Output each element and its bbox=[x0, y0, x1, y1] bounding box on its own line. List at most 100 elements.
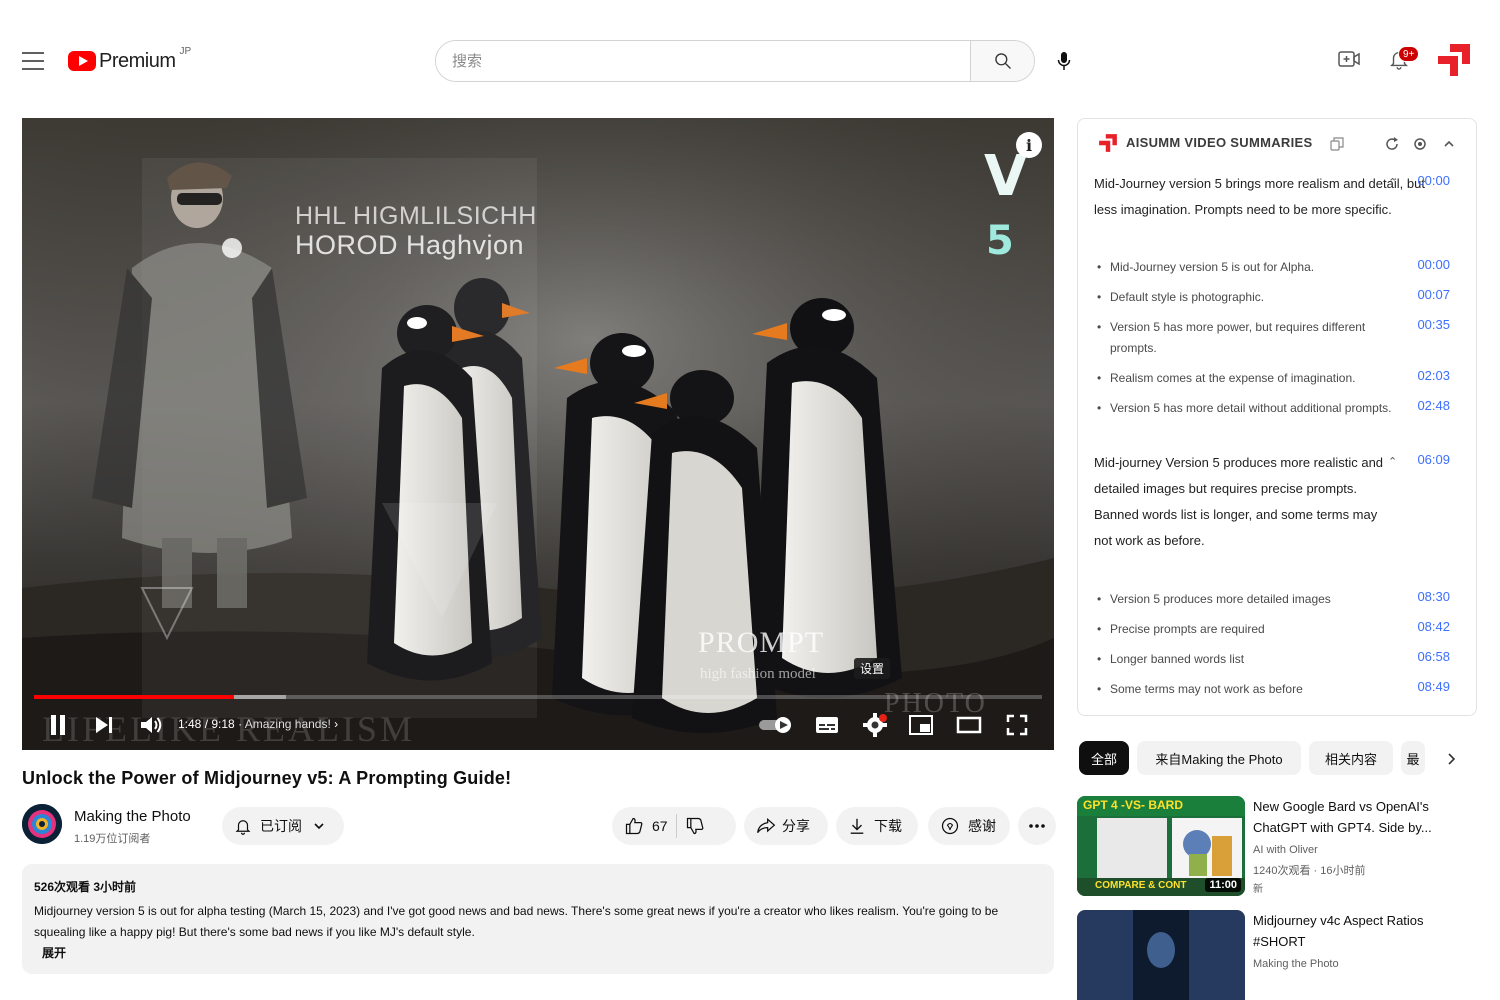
chevron-right-icon bbox=[1448, 753, 1456, 765]
progress-bar[interactable] bbox=[34, 695, 1042, 699]
summary-timestamp[interactable]: 06:58 bbox=[1408, 649, 1450, 664]
recommended-video-meta: 1240次观看 · 16小时前 bbox=[1253, 865, 1366, 877]
menu-icon[interactable] bbox=[22, 52, 44, 70]
summary-timestamp[interactable]: 06:09 bbox=[1408, 452, 1450, 467]
microphone-icon bbox=[1057, 52, 1071, 70]
channel-name[interactable]: Making the Photo bbox=[74, 808, 191, 825]
subtitles-button[interactable] bbox=[812, 708, 842, 742]
chip-from-channel[interactable]: 来自Making the Photo bbox=[1137, 741, 1301, 775]
search-icon bbox=[994, 53, 1011, 69]
summary-point: Default style is photographic. bbox=[1097, 287, 1390, 308]
collapse-section-icon[interactable]: ⌃ bbox=[1388, 455, 1397, 468]
like-button[interactable]: 67 bbox=[612, 816, 668, 836]
summary-point: Some terms may not work as before bbox=[1097, 679, 1390, 700]
expand-description-button[interactable]: 展开 bbox=[42, 944, 1042, 961]
chip-all[interactable]: 全部 bbox=[1079, 741, 1129, 775]
info-card-icon[interactable]: i bbox=[1016, 132, 1042, 158]
create-video-icon bbox=[1338, 51, 1360, 67]
volume-icon bbox=[141, 717, 162, 733]
chip-related[interactable]: 相关内容 bbox=[1309, 741, 1393, 775]
summary-timestamp[interactable]: 08:42 bbox=[1408, 619, 1450, 634]
gear-icon bbox=[863, 713, 887, 737]
download-icon bbox=[850, 818, 864, 834]
refresh-icon[interactable] bbox=[1384, 136, 1400, 152]
miniplayer-button[interactable] bbox=[906, 708, 936, 742]
summary-timestamp[interactable]: 02:03 bbox=[1408, 368, 1450, 383]
summary-timestamp[interactable]: 02:48 bbox=[1408, 398, 1450, 413]
time-total: 9:18 bbox=[211, 717, 235, 731]
chapter-title[interactable]: Amazing hands! bbox=[245, 717, 331, 731]
owner-actions-row: Making the Photo 1.19万位订阅者 已订阅 67 分享 下载 bbox=[22, 802, 1056, 850]
aisumm-title: AISUMM VIDEO SUMMARIES bbox=[1126, 135, 1313, 150]
voice-search-button[interactable] bbox=[1050, 46, 1078, 76]
subscribed-button[interactable]: 已订阅 bbox=[222, 807, 344, 845]
fullscreen-icon bbox=[1006, 714, 1028, 736]
theater-mode-icon bbox=[956, 716, 982, 734]
masthead: Premium JP 9+ bbox=[0, 28, 1500, 94]
search-box bbox=[435, 40, 1035, 82]
thanks-button[interactable]: 感谢 bbox=[928, 807, 1010, 845]
gear-icon[interactable] bbox=[1412, 136, 1428, 152]
summary-timestamp[interactable]: 08:49 bbox=[1408, 679, 1450, 694]
description-box[interactable]: 526次观看 3小时前 Midjourney version 5 is out … bbox=[22, 864, 1054, 974]
create-button[interactable] bbox=[1334, 44, 1364, 74]
progress-played bbox=[34, 695, 234, 699]
aisumm-logo-icon bbox=[1099, 134, 1117, 152]
overlay-text-line1: HHL HIGMLILSICHH bbox=[295, 202, 537, 230]
subscriber-count: 1.19万位订阅者 bbox=[74, 833, 151, 845]
miniplayer-icon bbox=[909, 715, 933, 735]
aisumm-header: AISUMM VIDEO SUMMARIES bbox=[1098, 133, 1458, 155]
video-player[interactable]: HHL HIGMLILSICHH HOROD Haghvjon V 5 i PR… bbox=[22, 118, 1054, 750]
share-button[interactable]: 分享 bbox=[744, 807, 828, 845]
chip-recent[interactable]: 最 bbox=[1401, 741, 1425, 775]
pause-button[interactable] bbox=[44, 708, 72, 742]
summary-timestamp[interactable]: 08:30 bbox=[1408, 589, 1450, 604]
thanks-label: 感谢 bbox=[968, 818, 996, 834]
copy-icon[interactable] bbox=[1330, 137, 1344, 151]
recommended-channel-name[interactable]: Making the Photo bbox=[1253, 958, 1339, 970]
version-badge-number: 5 bbox=[986, 218, 1014, 264]
video-thumbnail[interactable]: GPT 4 -VS- BARD COMPARE & CONT 11:00 bbox=[1077, 796, 1245, 896]
account-avatar[interactable] bbox=[1436, 42, 1472, 78]
youtube-play-icon bbox=[68, 51, 96, 71]
aisumm-panel: AISUMM VIDEO SUMMARIES Mid-Journey versi… bbox=[1077, 118, 1477, 716]
description-text: Midjourney version 5 is out for alpha te… bbox=[34, 904, 999, 939]
recommended-video-title[interactable]: New Google Bard vs OpenAI's ChatGPT with… bbox=[1253, 796, 1463, 838]
youtube-premium-logo[interactable]: Premium JP bbox=[68, 46, 191, 74]
dislike-button[interactable] bbox=[685, 816, 705, 836]
recommended-video[interactable]: GPT 4 -VS- BARD COMPARE & CONT 11:00 New… bbox=[1077, 796, 1477, 900]
autoplay-toggle[interactable] bbox=[756, 708, 796, 742]
summary-timestamp[interactable]: 00:00 bbox=[1408, 173, 1450, 188]
subtitles-icon bbox=[816, 717, 838, 733]
summary-timestamp[interactable]: 00:07 bbox=[1408, 287, 1450, 302]
overlay-text-line2: HOROD Haghvjon bbox=[295, 230, 525, 260]
chevron-up-icon[interactable] bbox=[1442, 137, 1456, 151]
logo-text: Premium bbox=[99, 49, 176, 72]
fullscreen-button[interactable] bbox=[1002, 708, 1032, 742]
more-actions-button[interactable] bbox=[1018, 807, 1056, 845]
like-dislike-group: 67 bbox=[612, 807, 736, 845]
summary-point: Mid-Journey version 5 is out for Alpha. bbox=[1097, 257, 1390, 278]
volume-button[interactable] bbox=[136, 708, 166, 742]
settings-button[interactable] bbox=[860, 708, 890, 742]
related-filter-chips: 全部 来自Making the Photo 相关内容 最 bbox=[1077, 741, 1477, 775]
search-input[interactable] bbox=[436, 41, 970, 81]
share-icon bbox=[757, 817, 776, 834]
chips-next-button[interactable] bbox=[1441, 749, 1461, 769]
collapse-section-icon[interactable]: ⌃ bbox=[1388, 176, 1397, 189]
channel-avatar[interactable] bbox=[22, 804, 62, 844]
pause-icon bbox=[51, 715, 65, 735]
search-button[interactable] bbox=[970, 41, 1034, 81]
thumbnail-top-text: GPT 4 -VS- BARD bbox=[1083, 798, 1184, 812]
recommended-video-title[interactable]: Midjourney v4c Aspect Ratios #SHORT bbox=[1253, 910, 1463, 952]
chevron-down-icon bbox=[314, 823, 324, 830]
recommended-video[interactable]: Midjourney v4c Aspect Ratios #SHORT Maki… bbox=[1077, 910, 1477, 1000]
video-thumbnail[interactable] bbox=[1077, 910, 1245, 1000]
recommended-channel-name[interactable]: AI with Oliver bbox=[1253, 844, 1318, 856]
summary-timestamp[interactable]: 00:00 bbox=[1408, 257, 1450, 272]
summary-timestamp[interactable]: 00:35 bbox=[1408, 317, 1450, 332]
video-title: Unlock the Power of Midjourney v5: A Pro… bbox=[22, 768, 512, 788]
theater-mode-button[interactable] bbox=[954, 708, 984, 742]
download-button[interactable]: 下载 bbox=[836, 807, 918, 845]
next-button[interactable] bbox=[90, 708, 118, 742]
